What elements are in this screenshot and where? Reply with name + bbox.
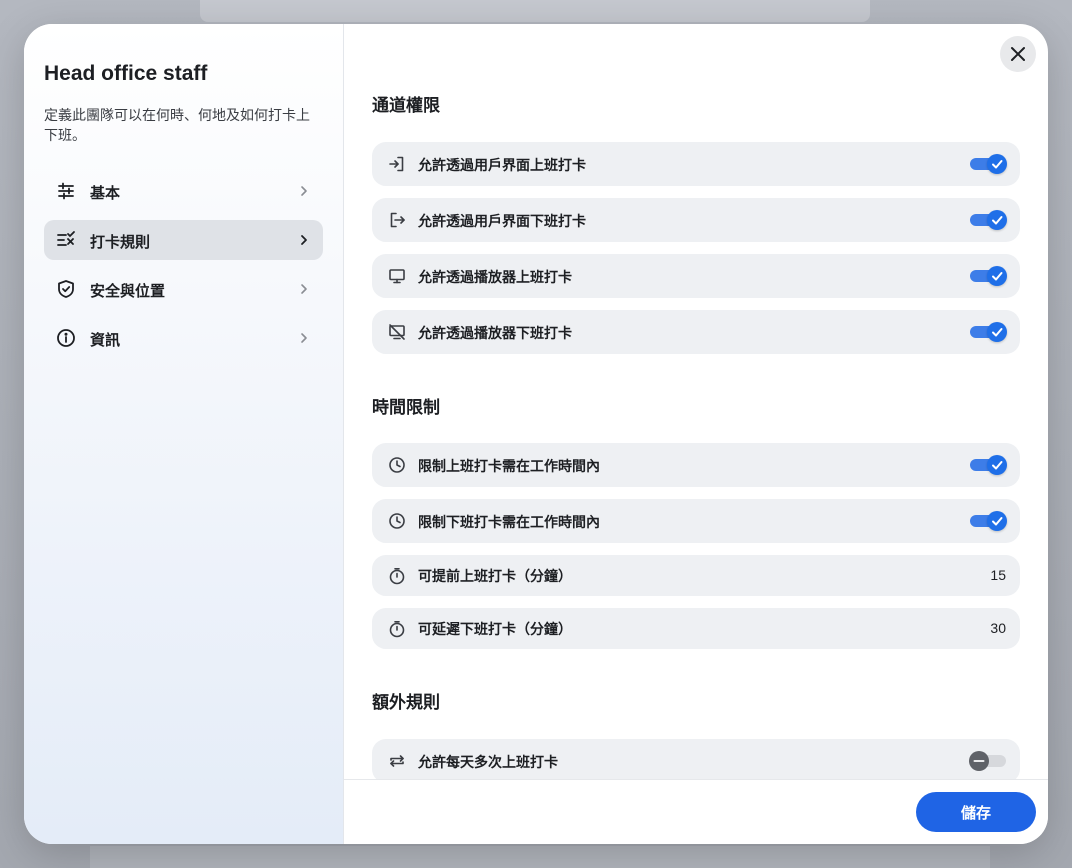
stopwatch-icon bbox=[389, 567, 405, 585]
team-title: Head office staff bbox=[44, 62, 208, 85]
setting-row: 允許透過播放器下班打卡 bbox=[372, 310, 1020, 354]
toggle-switch[interactable] bbox=[970, 511, 1007, 531]
setting-row: 限制下班打卡需在工作時間內 bbox=[372, 499, 1020, 543]
check-icon bbox=[992, 160, 1003, 169]
dialog-sidebar: Head office staff 定義此團隊可以在何時、何地及如何打卡上下班。… bbox=[24, 24, 344, 844]
setting-label: 允許透過播放器下班打卡 bbox=[418, 325, 572, 341]
dialog-content: 通道權限 允許透過用戶界面上班打卡 允許透過用戶界面下班打卡 允許透過播放器上班… bbox=[344, 24, 1048, 779]
monitor-off-icon bbox=[389, 324, 405, 340]
save-button[interactable]: 儲存 bbox=[916, 792, 1036, 832]
logout-icon bbox=[390, 212, 405, 228]
toggle-knob bbox=[987, 322, 1007, 342]
sidebar-item-info[interactable]: 資訊 bbox=[44, 318, 323, 358]
sidebar-item-label: 資訊 bbox=[90, 332, 121, 349]
toggle-switch[interactable] bbox=[969, 751, 1006, 771]
check-icon bbox=[992, 272, 1003, 281]
repeat-icon bbox=[390, 755, 404, 767]
toggle-knob bbox=[969, 751, 989, 771]
setting-row[interactable]: 可延遲下班打卡（分鐘） 30 bbox=[372, 608, 1020, 649]
section-title-time-restrictions: 時間限制 bbox=[372, 398, 440, 417]
setting-row: 允許透過播放器上班打卡 bbox=[372, 254, 1020, 298]
dialog-footer: 儲存 bbox=[344, 779, 1048, 844]
section-title-extra-rules: 額外規則 bbox=[372, 693, 440, 712]
team-description: 定義此團隊可以在何時、何地及如何打卡上下班。 bbox=[44, 107, 310, 143]
list-check-icon bbox=[57, 231, 75, 246]
chevron-right-icon bbox=[301, 186, 307, 196]
clock-icon bbox=[389, 457, 405, 473]
setting-value: 30 bbox=[990, 620, 1006, 636]
close-button[interactable] bbox=[1000, 36, 1036, 72]
sliders-icon bbox=[58, 182, 74, 200]
sidebar-item-label: 打卡規則 bbox=[90, 234, 151, 251]
sidebar-nav: 基本 打卡規則 安全與位置 資訊 bbox=[44, 171, 323, 367]
toggle-knob bbox=[987, 511, 1007, 531]
setting-label: 限制下班打卡需在工作時間內 bbox=[418, 514, 600, 530]
setting-value: 15 bbox=[990, 567, 1006, 583]
check-icon bbox=[992, 216, 1003, 225]
login-icon bbox=[389, 156, 404, 172]
toggle-switch[interactable] bbox=[970, 266, 1007, 286]
sidebar-item-label: 基本 bbox=[90, 185, 121, 202]
settings-dialog: Head office staff 定義此團隊可以在何時、何地及如何打卡上下班。… bbox=[24, 24, 1048, 844]
monitor-icon bbox=[389, 269, 405, 284]
background-footer bbox=[90, 846, 990, 868]
sidebar-item-label: 安全與位置 bbox=[90, 283, 166, 300]
toggle-knob bbox=[987, 210, 1007, 230]
setting-row: 限制上班打卡需在工作時間內 bbox=[372, 443, 1020, 487]
toggle-knob bbox=[987, 154, 1007, 174]
check-icon bbox=[992, 328, 1003, 337]
setting-row[interactable]: 可提前上班打卡（分鐘） 15 bbox=[372, 555, 1020, 596]
setting-row: 允許透過用戶界面下班打卡 bbox=[372, 198, 1020, 242]
chevron-right-icon bbox=[301, 284, 307, 294]
background-header bbox=[200, 0, 870, 22]
toggle-knob bbox=[987, 455, 1007, 475]
setting-label: 可延遲下班打卡（分鐘） bbox=[418, 621, 572, 637]
toggle-switch[interactable] bbox=[970, 154, 1007, 174]
stopwatch-icon bbox=[389, 620, 405, 638]
info-icon bbox=[57, 329, 75, 347]
sidebar-item-basic[interactable]: 基本 bbox=[44, 171, 323, 211]
sidebar-item-security[interactable]: 安全與位置 bbox=[44, 269, 323, 309]
clock-icon bbox=[389, 513, 405, 529]
chevron-right-icon bbox=[301, 333, 307, 343]
section-title-channel-permissions: 通道權限 bbox=[372, 96, 440, 115]
sidebar-item-clock-rules[interactable]: 打卡規則 bbox=[44, 220, 323, 260]
setting-label: 允許每天多次上班打卡 bbox=[418, 754, 558, 770]
toggle-switch[interactable] bbox=[970, 455, 1007, 475]
setting-row: 允許每天多次上班打卡 bbox=[372, 739, 1020, 779]
setting-row: 允許透過用戶界面上班打卡 bbox=[372, 142, 1020, 186]
check-icon bbox=[992, 461, 1003, 470]
chevron-right-icon bbox=[301, 235, 307, 245]
setting-label: 可提前上班打卡（分鐘） bbox=[418, 568, 572, 584]
setting-label: 允許透過用戶界面上班打卡 bbox=[418, 157, 586, 173]
toggle-knob bbox=[987, 266, 1007, 286]
setting-label: 允許透過播放器上班打卡 bbox=[418, 269, 572, 285]
close-icon bbox=[1011, 47, 1025, 61]
shield-check-icon bbox=[58, 280, 74, 298]
minus-icon bbox=[973, 760, 985, 762]
check-icon bbox=[992, 517, 1003, 526]
setting-label: 允許透過用戶界面下班打卡 bbox=[418, 213, 586, 229]
toggle-switch[interactable] bbox=[970, 210, 1007, 230]
setting-label: 限制上班打卡需在工作時間內 bbox=[418, 458, 600, 474]
toggle-switch[interactable] bbox=[970, 322, 1007, 342]
